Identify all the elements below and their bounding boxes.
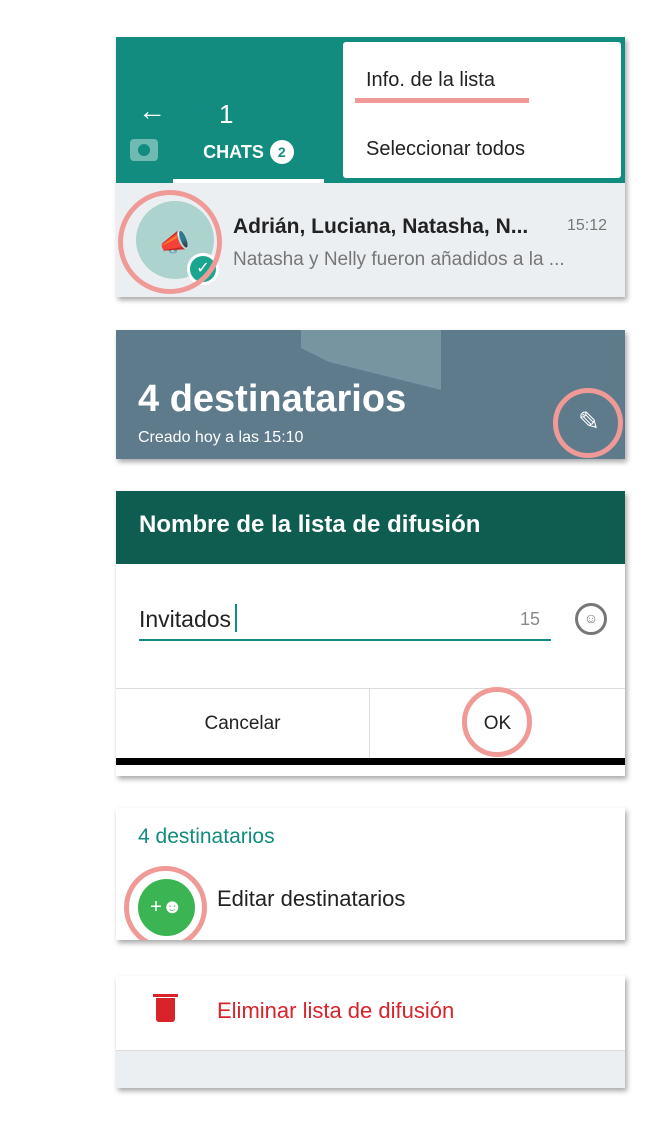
menu-item-select-all[interactable]: Seleccionar todos: [366, 138, 525, 161]
dialog-buttons: Cancelar OK: [116, 688, 625, 759]
selected-count: 1: [219, 99, 234, 129]
char-counter: 15: [520, 609, 541, 629]
camera-icon[interactable]: [130, 139, 158, 161]
recipients-count: 4 destinatarios: [138, 825, 275, 848]
tab-chats[interactable]: CHATS 2: [173, 140, 324, 183]
input-value: Invitados: [139, 606, 232, 632]
list-title: 4 destinatarios: [138, 378, 407, 420]
edit-recipients-button[interactable]: Editar destinatarios: [217, 886, 405, 912]
cancel-button[interactable]: Cancelar: [116, 689, 370, 759]
text-caret: [235, 604, 238, 632]
highlight-ring: [118, 190, 222, 294]
unread-badge: 2: [269, 140, 294, 164]
dialog-title: Nombre de la lista de difusión: [116, 491, 625, 564]
delete-section: Eliminar lista de difusión: [116, 976, 625, 1088]
input-underline: [139, 639, 551, 641]
menu-item-list-info[interactable]: Info. de la lista: [366, 69, 495, 92]
list-created: Creado hoy a las 15:10: [138, 429, 304, 446]
overflow-menu: Info. de la lista Seleccionar todos: [343, 42, 621, 178]
list-info-header: 4 destinatarios Creado hoy a las 15:10 ✎: [116, 330, 625, 459]
tab-label: CHATS: [203, 142, 264, 162]
highlight-underline: [355, 98, 529, 103]
back-arrow-icon[interactable]: ←: [138, 95, 166, 127]
delete-list-button[interactable]: Eliminar lista de difusión: [116, 976, 625, 1051]
chat-preview: Natasha y Nelly fueron añadidos a la ...: [233, 249, 565, 270]
delete-label: Eliminar lista de difusión: [217, 998, 455, 1023]
keyboard-edge: [116, 758, 625, 765]
list-name-input[interactable]: Invitados: [139, 604, 238, 633]
chat-time: 15:12: [566, 217, 607, 234]
chat-name: Adrián, Luciana, Natasha, N...: [233, 215, 529, 238]
trash-icon: [153, 994, 178, 1022]
recipients-section: 4 destinatarios +☻ Editar destinatarios: [116, 808, 625, 940]
highlight-ring: [124, 866, 207, 940]
rename-dialog: Nombre de la lista de difusión Invitados…: [116, 491, 625, 776]
highlight-ring: [462, 687, 532, 757]
highlight-ring: [553, 388, 623, 458]
emoji-icon[interactable]: ☺: [575, 603, 607, 635]
chats-screen: ← 1 CHATS 2 📣 Adrián, Luciana, Natasha, N…: [116, 37, 625, 297]
